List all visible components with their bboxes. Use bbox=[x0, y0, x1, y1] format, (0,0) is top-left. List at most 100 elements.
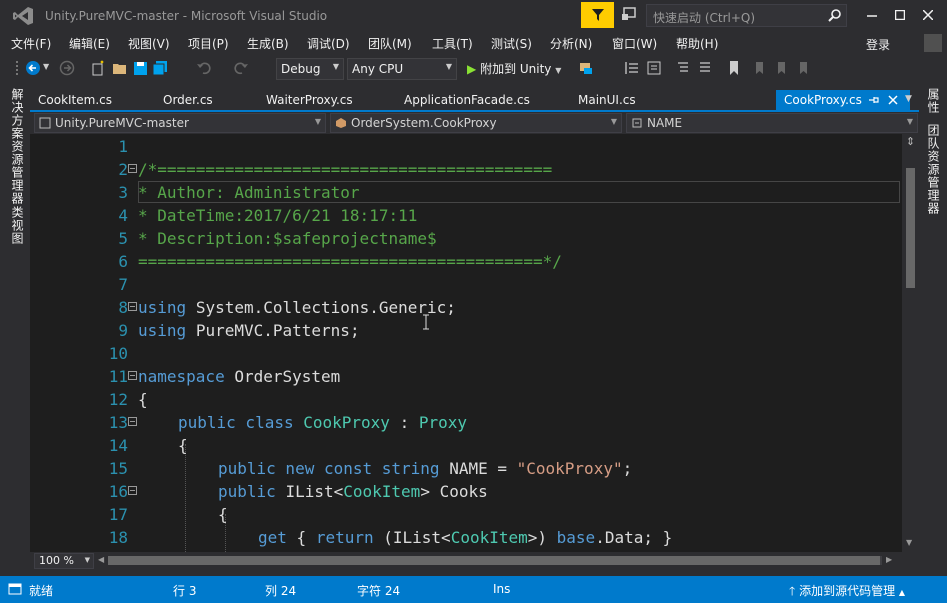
account-icon[interactable] bbox=[924, 34, 942, 52]
scroll-down-arrow-icon[interactable]: ▼ bbox=[906, 538, 912, 547]
attach-to-unity-button[interactable]: ▶ 附加到 Unity ▼ bbox=[467, 60, 561, 77]
save-icon[interactable] bbox=[133, 60, 149, 76]
tab-waiterproxy[interactable]: WaiterProxy.cs bbox=[258, 90, 361, 110]
save-all-icon[interactable] bbox=[152, 60, 168, 76]
chevron-down-icon: ▼ bbox=[906, 117, 913, 126]
split-window-icon[interactable]: ⇕ bbox=[902, 135, 919, 149]
tab-overflow-dropdown-icon[interactable]: ▼ bbox=[905, 94, 912, 104]
scroll-right-arrow-icon[interactable]: ▶ bbox=[886, 555, 892, 564]
data-tail: .Data; } bbox=[595, 528, 673, 547]
clear-bookmarks-icon[interactable] bbox=[794, 60, 810, 76]
navigate-back-icon[interactable] bbox=[25, 60, 41, 76]
login-link[interactable]: 登录 bbox=[866, 36, 890, 53]
scroll-left-arrow-icon[interactable]: ◀ bbox=[98, 555, 104, 564]
semicolon: ; bbox=[622, 459, 633, 478]
filter-icon bbox=[591, 9, 604, 21]
member-dropdown[interactable]: NAME ▼ bbox=[626, 113, 918, 133]
bookmark-icon[interactable] bbox=[726, 60, 742, 76]
minimize-icon bbox=[867, 15, 877, 17]
maximize-button[interactable] bbox=[885, 4, 915, 26]
pin-icon[interactable] bbox=[867, 94, 879, 106]
previous-bookmark-icon[interactable] bbox=[750, 60, 766, 76]
property-name: Cooks bbox=[429, 482, 488, 501]
line-number: 18 bbox=[108, 528, 128, 547]
close-window-button[interactable] bbox=[913, 4, 943, 26]
project-dropdown[interactable]: Unity.PureMVC-master ▼ bbox=[34, 113, 326, 133]
menu-window[interactable]: 窗口(W) bbox=[612, 35, 657, 52]
menu-file[interactable]: 文件(F) bbox=[11, 35, 51, 52]
close-tab-icon[interactable] bbox=[888, 95, 898, 105]
feedback-filter-button[interactable] bbox=[581, 2, 614, 28]
back-dropdown-arrow-icon[interactable]: ▼ bbox=[43, 62, 49, 71]
redo-icon[interactable] bbox=[233, 60, 249, 76]
minimize-button[interactable] bbox=[857, 4, 887, 26]
tab-cookproxy[interactable]: CookProxy.cs bbox=[776, 90, 910, 110]
keyword: namespace bbox=[138, 367, 225, 386]
tab-order[interactable]: Order.cs bbox=[155, 90, 221, 110]
step-over-icon[interactable] bbox=[646, 60, 662, 76]
solution-explorer-tab[interactable]: 解决方案资源管理器 bbox=[9, 88, 26, 205]
tab-cookitem[interactable]: CookItem.cs bbox=[30, 90, 120, 110]
browse-icon[interactable] bbox=[578, 60, 594, 76]
status-insert-mode: Ins bbox=[493, 582, 511, 596]
menu-view[interactable]: 视图(V) bbox=[128, 35, 170, 52]
tab-mainui[interactable]: MainUI.cs bbox=[570, 90, 644, 110]
next-bookmark-icon[interactable] bbox=[772, 60, 788, 76]
comment-lines-icon[interactable] bbox=[675, 60, 691, 76]
zoom-dropdown[interactable]: 100 % ▼ bbox=[34, 553, 94, 569]
solution-platform-dropdown[interactable]: Any CPU ▼ bbox=[347, 58, 457, 80]
class-view-tab[interactable]: 类视图 bbox=[9, 206, 26, 245]
menu-analyze[interactable]: 分析(N) bbox=[550, 35, 592, 52]
keyword: return bbox=[315, 528, 374, 547]
code-line-15: public new const string NAME = "CookProx… bbox=[218, 459, 632, 478]
undo-icon[interactable] bbox=[196, 60, 212, 76]
collapse-region-icon[interactable] bbox=[128, 302, 137, 311]
maximize-icon bbox=[895, 10, 905, 20]
code-line-14: { bbox=[178, 436, 188, 455]
properties-tab[interactable]: 属性 bbox=[925, 88, 942, 114]
scrollbar-thumb[interactable] bbox=[108, 556, 880, 565]
vertical-scrollbar[interactable]: ▼ bbox=[902, 134, 919, 552]
collapse-region-icon[interactable] bbox=[128, 371, 137, 380]
menu-build[interactable]: 生成(B) bbox=[247, 35, 289, 52]
status-line: 行 3 bbox=[173, 584, 197, 598]
new-project-icon[interactable] bbox=[90, 60, 106, 76]
team-explorer-tab[interactable]: 团队资源管理器 bbox=[925, 124, 942, 215]
menu-team[interactable]: 团队(M) bbox=[368, 35, 412, 52]
menu-help[interactable]: 帮助(H) bbox=[676, 35, 718, 52]
tab-label: Order.cs bbox=[163, 93, 213, 107]
quick-launch-placeholder: 快速启动 (Ctrl+Q) bbox=[653, 11, 756, 25]
line-number: 17 bbox=[108, 505, 128, 524]
open-file-icon[interactable] bbox=[112, 60, 128, 76]
class-name: CookProxy bbox=[303, 413, 390, 432]
solution-configuration-dropdown[interactable]: Debug ▼ bbox=[276, 58, 344, 80]
collapse-region-icon[interactable] bbox=[128, 486, 137, 495]
step-into-icon[interactable] bbox=[624, 60, 640, 76]
feedback-icon[interactable] bbox=[620, 6, 638, 24]
csharp-project-icon bbox=[39, 117, 51, 129]
menu-tools[interactable]: 工具(T) bbox=[432, 35, 473, 52]
menu-debug[interactable]: 调试(D) bbox=[307, 35, 350, 52]
quick-launch-input[interactable]: 快速启动 (Ctrl+Q) bbox=[646, 4, 847, 27]
uncomment-lines-icon[interactable] bbox=[697, 60, 713, 76]
gt: > bbox=[420, 482, 430, 501]
window-title: Unity.PureMVC-master - Microsoft Visual … bbox=[45, 9, 328, 23]
collapse-region-icon[interactable] bbox=[128, 164, 137, 173]
code-line-11: namespace OrderSystem bbox=[138, 367, 340, 386]
menu-project[interactable]: 项目(P) bbox=[188, 35, 229, 52]
navigate-forward-icon[interactable] bbox=[59, 60, 75, 76]
type-dropdown[interactable]: OrderSystem.CookProxy ▼ bbox=[330, 113, 622, 133]
line-number-gutter: 1 2 3 4 5 6 7 8 9 10 11 12 13 14 15 16 1… bbox=[30, 134, 128, 552]
source-control-button[interactable]: 🡑 添加到源代码管理 ▲ bbox=[789, 582, 905, 603]
scrollbar-thumb[interactable] bbox=[906, 168, 915, 288]
code-editor[interactable]: 1 2 3 4 5 6 7 8 9 10 11 12 13 14 15 16 1… bbox=[30, 134, 902, 552]
line-number: 16 bbox=[108, 482, 128, 501]
solution-configuration-value: Debug bbox=[281, 62, 321, 76]
collapse-region-icon[interactable] bbox=[128, 417, 137, 426]
ilist-type: IList bbox=[285, 482, 334, 501]
horizontal-scrollbar[interactable] bbox=[108, 556, 882, 565]
menu-edit[interactable]: 编辑(E) bbox=[69, 35, 110, 52]
menu-test[interactable]: 测试(S) bbox=[491, 35, 532, 52]
tab-applicationfacade[interactable]: ApplicationFacade.cs bbox=[396, 90, 538, 110]
status-bar: 就绪 行 3 列 24 字符 24 Ins 🡑 添加到源代码管理 ▲ bbox=[0, 576, 947, 603]
